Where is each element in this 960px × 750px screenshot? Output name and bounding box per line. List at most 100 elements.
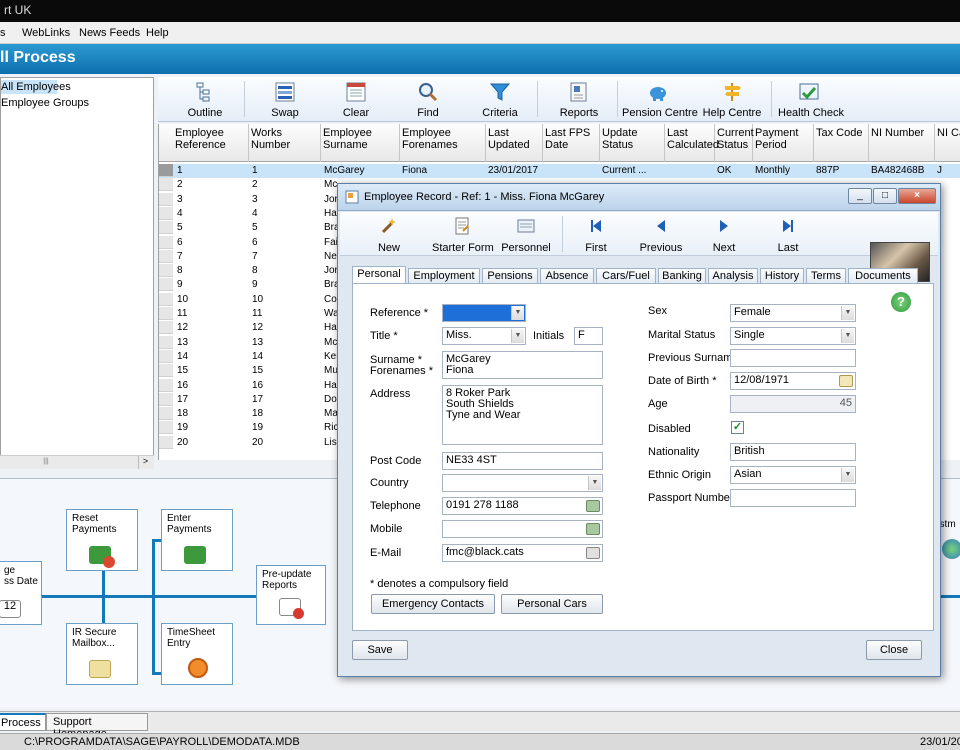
row-selector[interactable] <box>159 364 173 378</box>
phone-icon[interactable] <box>586 500 600 512</box>
chevron-down-icon[interactable]: ▼ <box>841 306 854 320</box>
tab-employment[interactable]: Employment <box>408 268 480 284</box>
workflow-change-process-date[interactable]: ge ss Date 12 <box>0 561 42 625</box>
row-selector[interactable] <box>159 392 173 406</box>
first-record-button[interactable]: First <box>576 212 616 256</box>
clear-button[interactable]: Clear <box>331 77 381 122</box>
col-last-updated[interactable]: Last Updated <box>486 124 543 162</box>
calendar-icon[interactable] <box>839 375 853 387</box>
email-field[interactable]: fmc@black.cats <box>442 544 603 562</box>
tree-horizontal-scrollbar[interactable]: ||| > <box>0 455 154 469</box>
col-employee-surname[interactable]: Employee Surname <box>321 124 400 162</box>
menu-item-weblinks[interactable]: WebLinks <box>22 27 70 39</box>
col-ni-number[interactable]: NI Number <box>869 124 935 162</box>
next-record-button[interactable]: Next <box>704 212 744 256</box>
reference-field[interactable]: 1 ▼ <box>442 304 526 322</box>
col-last-fps-date[interactable]: Last FPS Date <box>543 124 600 162</box>
tree-item-employee-groups[interactable]: Employee Groups <box>1 97 89 109</box>
row-selector[interactable] <box>159 378 173 392</box>
row-selector[interactable] <box>159 178 173 192</box>
tab-cars-fuel[interactable]: Cars/Fuel <box>596 268 656 284</box>
title-select[interactable]: Miss. ▼ <box>442 327 526 345</box>
chevron-down-icon[interactable]: ▼ <box>511 306 524 320</box>
starter-form-button[interactable]: Starter Form <box>432 212 494 256</box>
marital-status-select[interactable]: Single ▼ <box>730 327 856 345</box>
col-employee-forenames[interactable]: Employee Forenames <box>400 124 486 162</box>
row-selector[interactable] <box>159 307 173 320</box>
row-selector[interactable] <box>159 264 173 278</box>
row-selector[interactable] <box>159 192 173 206</box>
table-row[interactable]: 1 1 McGarey Fiona 23/01/2017 Current ...… <box>159 164 960 179</box>
postcode-field[interactable]: NE33 4ST <box>442 452 603 470</box>
row-selector[interactable] <box>159 292 173 306</box>
telephone-field[interactable]: 0191 278 1188 <box>442 497 603 515</box>
scroll-thumb-grip[interactable]: ||| <box>36 458 56 467</box>
phone-icon[interactable] <box>586 523 600 535</box>
last-record-button[interactable]: Last <box>768 212 808 256</box>
menu-item-s[interactable]: s <box>0 27 6 39</box>
workflow-ir-secure-mailbox[interactable]: IR Secure Mailbox... <box>66 623 138 685</box>
nationality-field[interactable]: British <box>730 443 856 461</box>
row-selector[interactable] <box>159 321 173 335</box>
workflow-timesheet-entry[interactable]: TimeSheet Entry <box>161 623 233 685</box>
tab-history[interactable]: History <box>760 268 804 284</box>
health-check-button[interactable]: Health Check <box>778 77 844 122</box>
row-selector[interactable] <box>159 249 173 263</box>
close-window-button[interactable]: × <box>898 188 936 204</box>
outline-button[interactable]: Outline <box>180 77 230 122</box>
reports-button[interactable]: Reports <box>554 77 604 122</box>
help-question-icon[interactable]: ? <box>891 292 911 312</box>
col-works-number[interactable]: Works Number <box>249 124 321 162</box>
col-employee-reference[interactable]: Employee Reference <box>173 124 249 162</box>
address-field[interactable]: 8 Roker Park South Shields Tyne and Wear <box>442 385 603 445</box>
pension-centre-button[interactable]: Pension Centre <box>622 77 698 122</box>
col-ni-category[interactable]: NI Ca <box>935 124 960 162</box>
chevron-down-icon[interactable]: ▼ <box>511 329 524 343</box>
disabled-checkbox[interactable]: ✓ <box>731 421 744 434</box>
previous-record-button[interactable]: Previous <box>638 212 684 256</box>
row-selector[interactable] <box>159 335 173 349</box>
row-selector[interactable] <box>159 235 173 249</box>
row-selector[interactable] <box>159 407 173 421</box>
tab-analysis[interactable]: Analysis <box>708 268 758 284</box>
chevron-down-icon[interactable]: ▼ <box>841 468 854 482</box>
find-button[interactable]: Find <box>403 77 453 122</box>
ethnic-origin-select[interactable]: Asian ▼ <box>730 466 856 484</box>
row-selector[interactable] <box>159 421 173 435</box>
globe-icon[interactable] <box>942 539 960 559</box>
close-button[interactable]: Close <box>866 640 922 660</box>
col-last-calculated[interactable]: Last Calculated <box>665 124 719 162</box>
tab-pensions[interactable]: Pensions <box>482 268 538 284</box>
criteria-button[interactable]: Criteria <box>475 77 525 122</box>
workflow-reset-payments[interactable]: Reset Payments <box>66 509 138 571</box>
country-select[interactable]: ▼ <box>442 474 603 492</box>
envelope-icon[interactable] <box>586 547 600 559</box>
col-current-status[interactable]: Current Status <box>715 124 754 162</box>
tab-terms[interactable]: Terms <box>806 268 846 284</box>
sex-select[interactable]: Female ▼ <box>730 304 856 322</box>
row-selector[interactable] <box>159 206 173 220</box>
swap-button[interactable]: Swap <box>260 77 310 122</box>
chevron-down-icon[interactable]: ▼ <box>841 329 854 343</box>
row-selector[interactable] <box>159 278 173 292</box>
help-centre-button[interactable]: Help Centre <box>701 77 763 122</box>
passport-number-field[interactable] <box>730 489 856 507</box>
tab-personal[interactable]: Personal <box>352 266 406 284</box>
workflow-enter-payments[interactable]: Enter Payments <box>161 509 233 571</box>
emergency-contacts-button[interactable]: Emergency Contacts <box>371 594 495 614</box>
name-field[interactable]: McGarey Fiona <box>442 351 603 379</box>
mobile-field[interactable] <box>442 520 603 538</box>
row-selector[interactable] <box>159 164 173 177</box>
col-tax-code[interactable]: Tax Code <box>814 124 869 162</box>
tab-process[interactable]: Process <box>0 713 46 731</box>
tab-absence[interactable]: Absence <box>540 268 594 284</box>
row-selector[interactable] <box>159 221 173 235</box>
scroll-right-arrow[interactable]: > <box>138 456 152 469</box>
personal-cars-button[interactable]: Personal Cars <box>501 594 603 614</box>
new-button[interactable]: New <box>366 212 412 256</box>
workflow-pre-update-reports[interactable]: Pre-update Reports <box>256 565 326 625</box>
dob-field[interactable]: 12/08/1971 <box>730 372 856 390</box>
tab-banking[interactable]: Banking <box>658 268 706 284</box>
row-selector[interactable] <box>159 349 173 363</box>
col-payment-period[interactable]: Payment Period <box>753 124 814 162</box>
